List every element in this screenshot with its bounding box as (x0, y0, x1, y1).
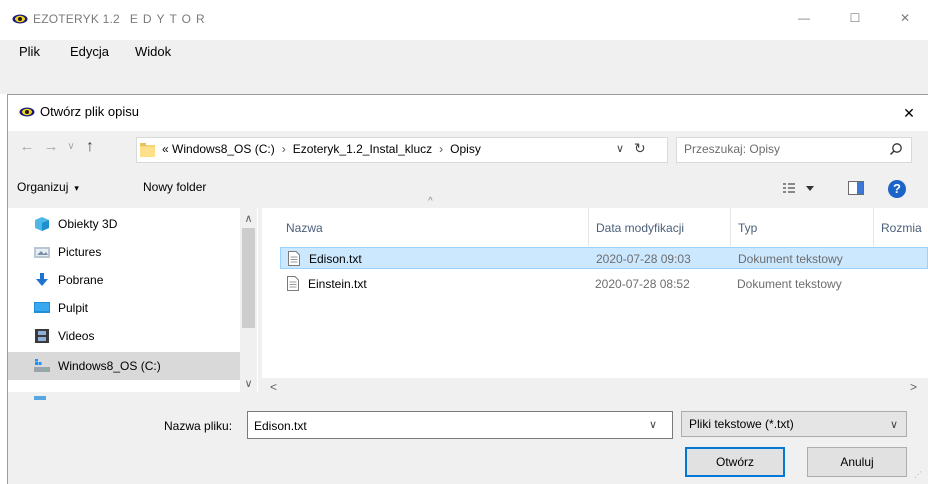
help-icon[interactable]: ? (888, 180, 906, 198)
nav-item-obiekty-3d[interactable]: Obiekty 3D (30, 210, 252, 238)
search-input[interactable]: Przeszukaj: Opisy (684, 142, 780, 156)
file-name: Einstein.txt (308, 277, 367, 291)
nav-item-label: Obiekty 3D (58, 217, 118, 231)
maximize-icon: ☐ (849, 11, 861, 25)
text-file-icon (288, 251, 300, 266)
column-header-nazwa[interactable]: Nazwa (286, 221, 323, 235)
cancel-button[interactable]: Anuluj (807, 447, 907, 477)
cube-3d-icon (35, 217, 49, 231)
breadcrumb-separator-icon[interactable]: › (439, 142, 443, 156)
scroll-left-icon[interactable]: < (270, 380, 277, 394)
nav-item-videos[interactable]: Videos (30, 322, 252, 350)
minimize-icon: — (798, 11, 810, 25)
column-divider[interactable] (588, 208, 589, 246)
filetype-value: Pliki tekstowe (*.txt) (689, 417, 794, 431)
videos-folder-icon (35, 329, 49, 343)
filename-input[interactable]: Edison.txt (254, 419, 307, 433)
resize-grip-icon[interactable]: ⋰ (914, 470, 924, 480)
breadcrumb-overflow[interactable]: « (162, 142, 169, 156)
sort-ascending-icon: ^ (428, 196, 433, 207)
file-name: Edison.txt (309, 252, 362, 266)
menu-plik[interactable]: Plik (19, 40, 40, 64)
download-arrow-icon (36, 273, 48, 286)
close-dialog-button[interactable]: ✕ (893, 100, 925, 126)
back-arrow-icon[interactable]: ← (18, 137, 36, 157)
breadcrumb-windows8[interactable]: Windows8_OS (C:) (172, 142, 275, 156)
column-divider[interactable] (873, 208, 874, 246)
drive-icon (34, 359, 50, 372)
nav-item-label: Pobrane (58, 273, 104, 287)
breadcrumb-separator-icon[interactable]: › (282, 142, 286, 156)
address-dropdown-icon[interactable]: ∨ (616, 142, 624, 155)
change-view-icon[interactable] (782, 180, 822, 196)
pictures-folder-icon (34, 247, 50, 258)
filename-dropdown-icon[interactable]: ∨ (649, 418, 657, 431)
breadcrumb-ezoteryk[interactable]: Ezoteryk_1.2_Instal_klucz (293, 142, 432, 156)
up-arrow-icon[interactable]: ↑ (80, 137, 100, 157)
desktop-icon (34, 302, 50, 313)
eye-logo-icon (19, 107, 35, 117)
breadcrumb-opisy[interactable]: Opisy (450, 142, 481, 156)
forward-arrow-icon[interactable]: → (42, 137, 60, 157)
nav-item-pictures[interactable]: Pictures (30, 238, 252, 266)
breadcrumb: « Windows8_OS (C:) › Ezoteryk_1.2_Instal_k… (162, 142, 481, 156)
file-row-einstein[interactable]: Einstein.txt 2020-07-28 08:52 Dokument t… (280, 273, 928, 295)
menu-widok[interactable]: Widok (135, 40, 171, 64)
preview-pane-icon[interactable] (848, 181, 864, 195)
close-app-button[interactable]: ✕ (882, 0, 928, 36)
open-button[interactable]: Otwórz (685, 447, 785, 477)
dialog-titlebar (8, 95, 928, 131)
scroll-down-icon[interactable]: ∨ (240, 377, 257, 391)
scroll-up-icon[interactable]: ∧ (240, 212, 257, 226)
minimize-button[interactable]: — (781, 0, 827, 36)
scroll-right-icon[interactable]: > (910, 380, 917, 394)
menu-edycja[interactable]: Edycja (70, 40, 109, 64)
text-file-icon (287, 276, 299, 291)
column-header-rozmiar[interactable]: Rozmia (881, 221, 922, 235)
organize-label: Organizuj (17, 180, 69, 194)
file-list-hscrollbar[interactable] (262, 378, 928, 395)
app-subtitle: EDYTOR (129, 12, 210, 26)
nav-item-label: Pictures (58, 245, 102, 259)
file-modified: 2020-07-28 08:52 (595, 277, 690, 291)
search-icon[interactable] (889, 142, 903, 156)
chevron-down-icon: ▾ (74, 183, 79, 193)
file-modified: 2020-07-28 09:03 (596, 252, 691, 266)
app-title-name: EZOTERYK 1.2 (33, 12, 120, 26)
recent-locations-chevron-icon[interactable]: ∨ (64, 137, 78, 157)
nav-item-label: Pulpit (58, 301, 89, 315)
refresh-icon[interactable]: ↻ (634, 140, 646, 157)
app-workspace (0, 64, 928, 94)
folder-icon (140, 143, 155, 157)
file-row-edison[interactable]: Edison.txt 2020-07-28 09:03 Dokument tek… (280, 247, 928, 269)
nav-scrollbar-thumb[interactable] (242, 228, 255, 328)
close-icon: ✕ (903, 104, 915, 121)
new-folder-button[interactable]: Nowy folder (143, 180, 206, 194)
chevron-down-icon[interactable]: ∨ (890, 418, 898, 431)
nav-item-label: Videos (58, 329, 95, 343)
column-header-typ[interactable]: Typ (738, 221, 757, 235)
filename-label: Nazwa pliku: (164, 419, 233, 433)
column-header-data-modyfikacji[interactable]: Data modyfikacji (596, 221, 684, 235)
nav-item-pulpit[interactable]: Pulpit (30, 294, 252, 322)
menubar: Plik Edycja Widok (0, 40, 928, 64)
file-type: Dokument tekstowy (737, 277, 842, 291)
eye-logo-icon (12, 14, 28, 24)
filename-field[interactable] (247, 411, 673, 439)
file-type: Dokument tekstowy (738, 252, 843, 266)
nav-item-label: Windows8_OS (C:) (58, 359, 161, 373)
nav-item-pobrane[interactable]: Pobrane (30, 266, 252, 294)
organize-button[interactable]: Organizuj ▾ (17, 180, 79, 194)
maximize-button[interactable]: ☐ (832, 0, 878, 36)
nav-item-windows8-os[interactable]: Windows8_OS (C:) (8, 352, 240, 380)
dialog-title: Otwórz plik opisu (40, 104, 139, 119)
partial-nav-item-icon (34, 396, 46, 400)
app-title: EZOTERYK 1.2 EDYTOR (33, 12, 210, 26)
column-divider[interactable] (730, 208, 731, 246)
close-icon: ✕ (899, 11, 911, 25)
